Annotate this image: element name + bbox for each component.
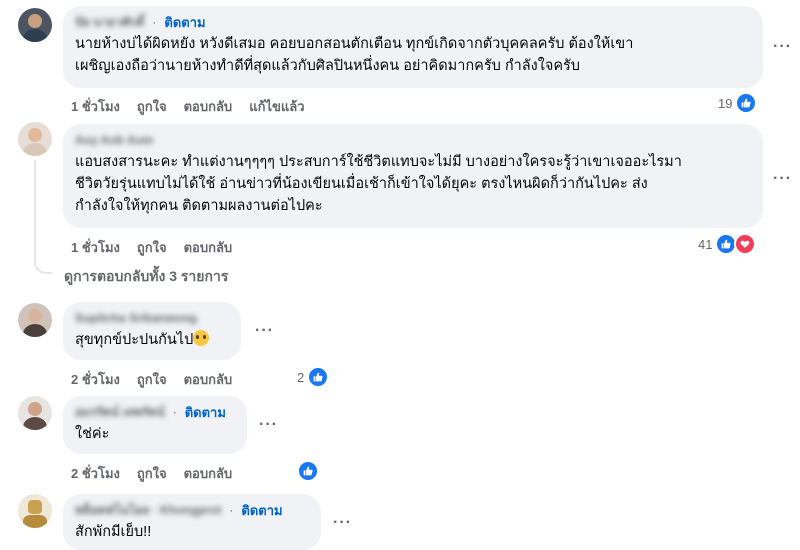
- reaction-count: 19: [718, 95, 733, 111]
- avatar[interactable]: [18, 122, 52, 156]
- like-reaction-icon: [307, 366, 330, 388]
- like-button[interactable]: ถูกใจ: [137, 463, 167, 484]
- comment-bubble: พล็อตฟโนโอล · Khongprot · ติดตาม สักพักม…: [63, 494, 321, 550]
- follow-link[interactable]: ติดตาม: [241, 500, 282, 521]
- comment-bubble: ปัย นายาศักดิ์ · ติดตาม นายห้างบ่ได้ผิดห…: [63, 6, 763, 88]
- comment-actions: 1 ชั่วโมง ถูกใจ ตอบกลับ แก้ไขแล้ว: [71, 96, 305, 117]
- reply-button[interactable]: ตอบกลับ: [184, 237, 233, 258]
- like-reaction-icon: [735, 92, 758, 114]
- comment-bubble: อมรรัตน์ เทพรัตน์ · ติดตาม ใช่ค่ะ: [63, 396, 247, 454]
- reaction-summary[interactable]: 41: [698, 233, 757, 255]
- view-replies-link[interactable]: ดูการตอบกลับทั้ง 3 รายการ: [64, 266, 228, 288]
- comment-time[interactable]: 2 ชั่วโมง: [71, 369, 120, 390]
- separator-dot: ·: [229, 503, 234, 517]
- thread-connector: [34, 258, 52, 274]
- reply-button[interactable]: ตอบกลับ: [184, 369, 233, 390]
- sad-face-emoji-icon: [193, 330, 210, 346]
- comment-text: สักพักมีเย็บ!!: [75, 524, 152, 540]
- more-options-icon[interactable]: ···: [333, 514, 352, 532]
- edited-label: แก้ไขแล้ว: [249, 99, 305, 114]
- reply-button[interactable]: ตอบกลับ: [184, 96, 233, 117]
- reply-button[interactable]: ตอบกลับ: [184, 463, 233, 484]
- like-button[interactable]: ถูกใจ: [137, 237, 167, 258]
- reaction-summary[interactable]: 2: [297, 366, 330, 388]
- comment-text-line: แอบสงสารนะคะ ทำแต่งานๆๆๆๆ ประสบการ์ใช้ชี…: [75, 154, 682, 170]
- like-reaction-icon: [297, 460, 319, 482]
- thread-line: [34, 160, 36, 260]
- comment-actions: 2 ชั่วโมง ถูกใจ ตอบกลับ: [71, 463, 232, 484]
- comment-bubble: Supitcha Srikanwong สุขทุกข์ปะปนกันไป: [63, 302, 241, 360]
- comment-time[interactable]: 1 ชั่วโมง: [71, 237, 120, 258]
- reaction-summary[interactable]: [297, 460, 319, 482]
- more-options-icon[interactable]: ···: [773, 170, 792, 188]
- comment-author[interactable]: อมรรัตน์ เทพรัตน์: [75, 403, 165, 422]
- follow-link[interactable]: ติดตาม: [185, 402, 226, 423]
- separator-dot: ·: [152, 15, 157, 29]
- like-button[interactable]: ถูกใจ: [137, 369, 167, 390]
- more-options-icon[interactable]: ···: [255, 322, 274, 340]
- separator-dot: ·: [172, 405, 177, 419]
- reaction-summary[interactable]: 19: [718, 92, 758, 114]
- comment-time[interactable]: 1 ชั่วโมง: [71, 96, 120, 117]
- comment-text-line: เผชิญเองถือว่านายห้างทำดีที่สุดแล้วกับศิ…: [75, 58, 581, 74]
- more-options-icon[interactable]: ···: [773, 38, 792, 56]
- comment-bubble: Aoy Aob Aum แอบสงสารนะคะ ทำแต่งานๆๆๆๆ ปร…: [63, 124, 763, 228]
- comment-text: สุขทุกข์ปะปนกันไป: [75, 329, 229, 351]
- comment-author[interactable]: Supitcha Srikanwong: [75, 311, 197, 325]
- reaction-count: 41: [698, 236, 713, 252]
- comment-author[interactable]: Aoy Aob Aum: [75, 133, 153, 147]
- comment-text: ใช่ค่ะ: [75, 426, 110, 442]
- follow-link[interactable]: ติดตาม: [164, 12, 205, 33]
- like-button[interactable]: ถูกใจ: [137, 96, 167, 117]
- comment-text-content: สุขทุกข์ปะปนกันไป: [75, 332, 194, 348]
- comment-author[interactable]: พล็อตฟโนโอล · Khongprot: [75, 501, 221, 520]
- reaction-count: 2: [297, 369, 305, 385]
- comment-actions: 1 ชั่วโมง ถูกใจ ตอบกลับ: [71, 237, 232, 258]
- avatar[interactable]: [18, 8, 52, 42]
- comment-time[interactable]: 2 ชั่วโมง: [71, 463, 120, 484]
- comment-text-line: ชีวิตวัยรุ่นแทบไม่ได้ใช้ อ่านข่าวที่น้อง…: [75, 176, 648, 192]
- comment-actions: 2 ชั่วโมง ถูกใจ ตอบกลับ: [71, 369, 232, 390]
- comment-text-line: นายห้างบ่ได้ผิดหยัง หวังดีเสมอ คอยบอกสอน…: [75, 36, 634, 52]
- love-reaction-icon: [734, 233, 757, 255]
- avatar[interactable]: [18, 494, 52, 528]
- comment-author[interactable]: ปัย นายาศักดิ์: [75, 13, 144, 32]
- avatar[interactable]: [18, 303, 52, 337]
- avatar[interactable]: [18, 396, 52, 430]
- more-options-icon[interactable]: ···: [259, 416, 278, 434]
- comment-text-line: กำลังใจให้ทุกคน ติดตามผลงานต่อไปคะ: [75, 198, 323, 214]
